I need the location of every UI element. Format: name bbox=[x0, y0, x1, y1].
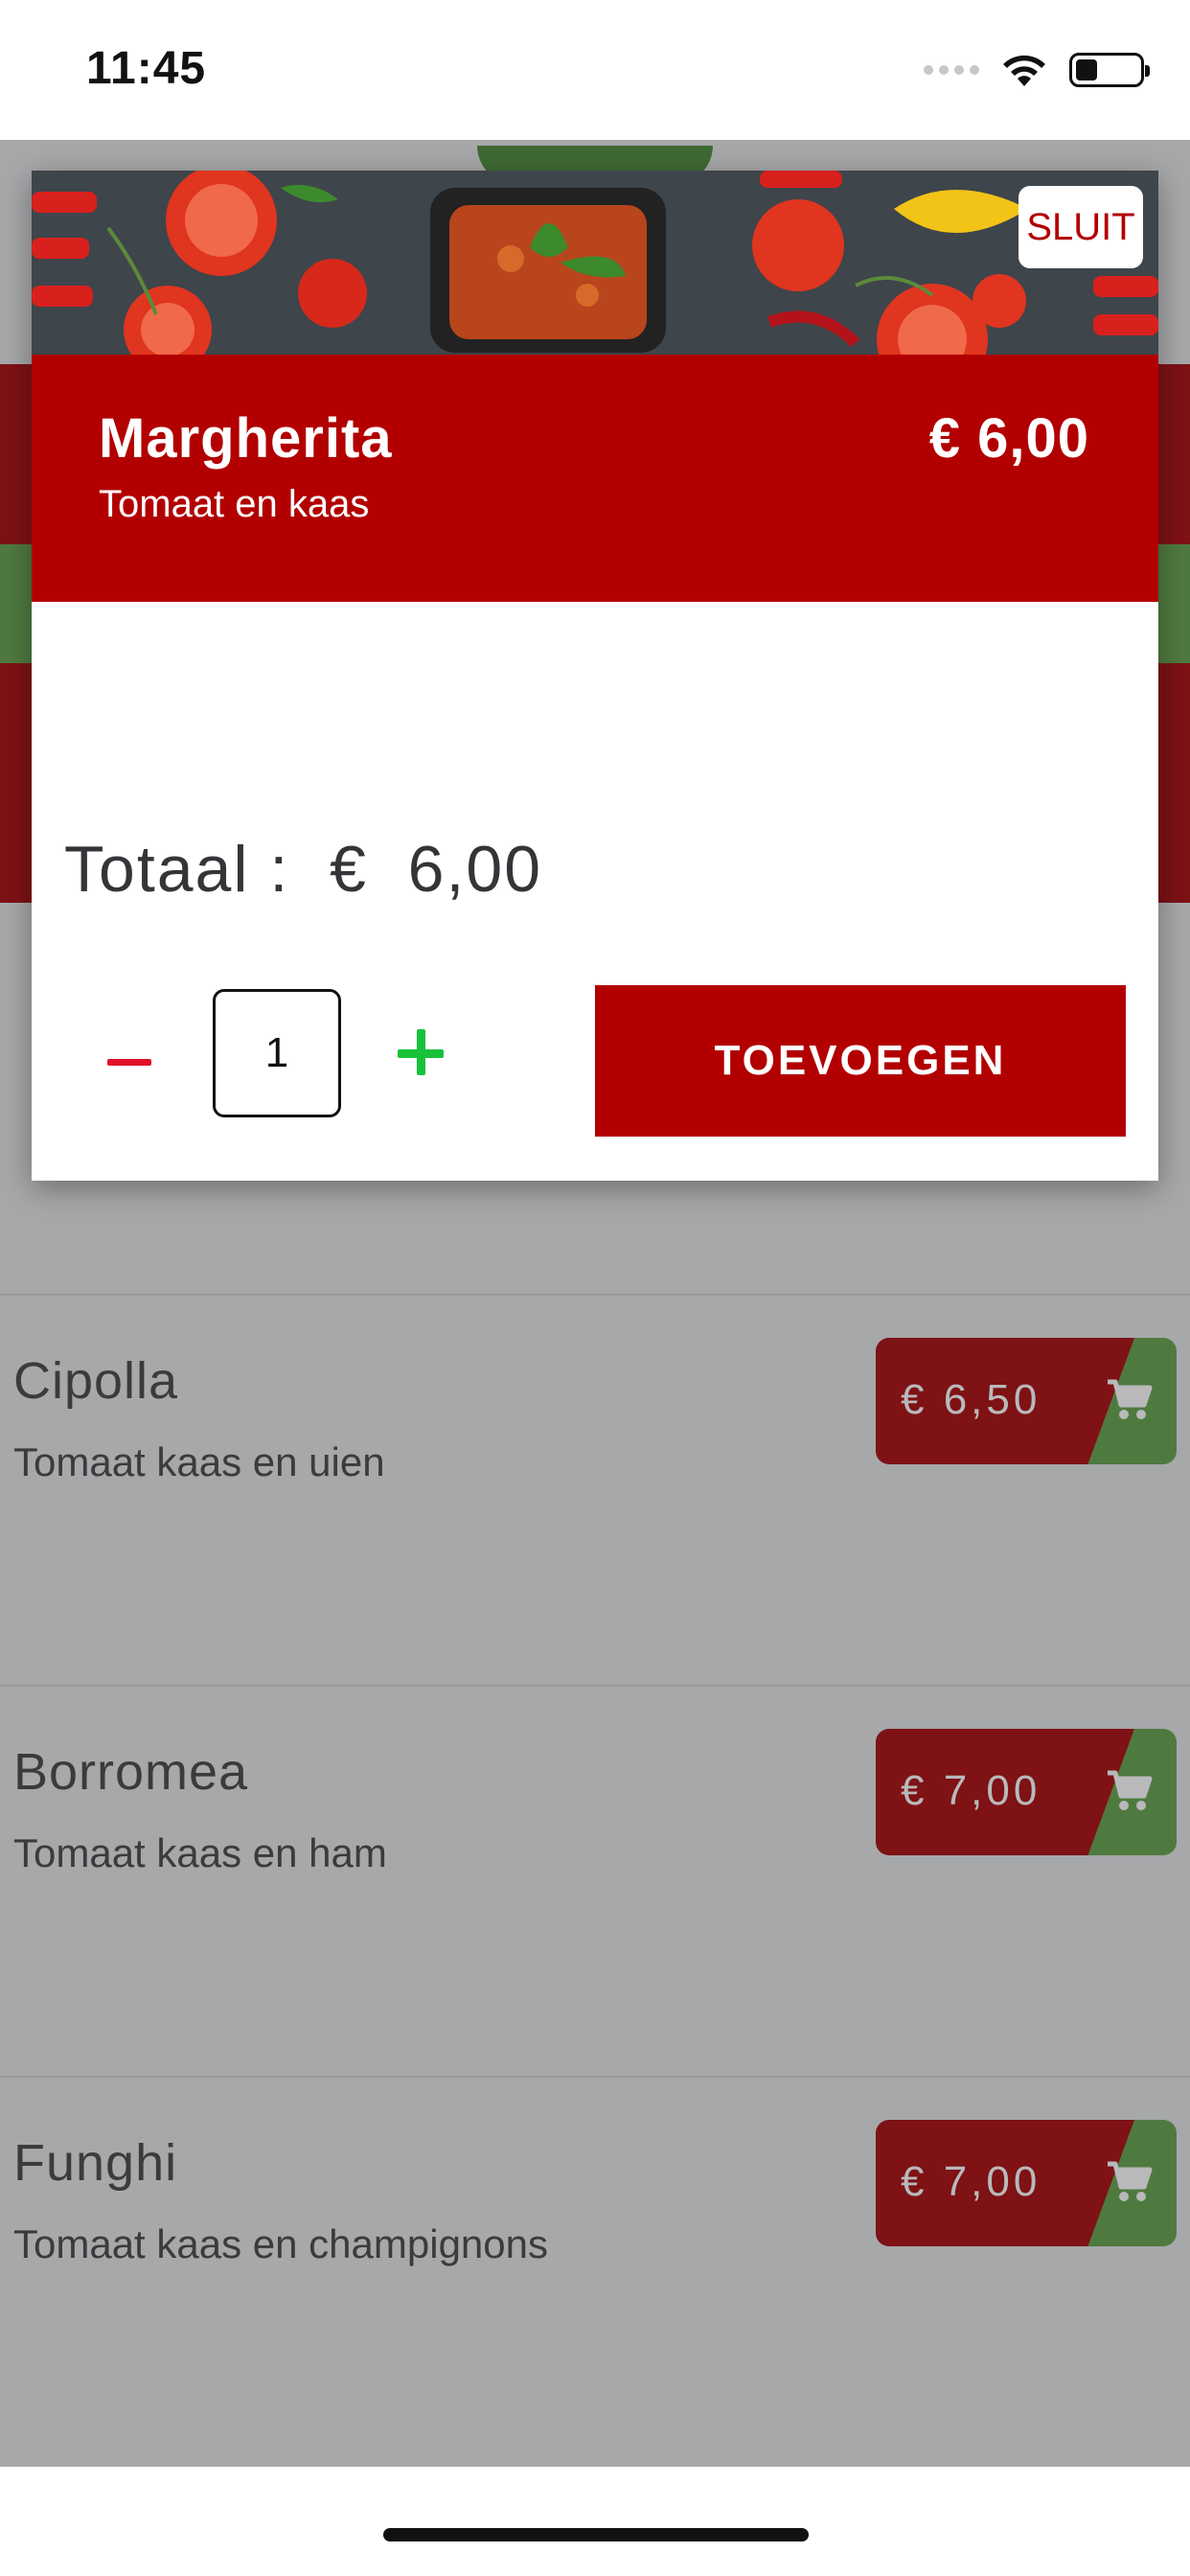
quantity-field[interactable]: 1 bbox=[213, 989, 341, 1117]
total-label: Totaal : bbox=[64, 833, 290, 906]
item-name: Cipolla bbox=[13, 1352, 179, 1410]
product-description: Tomaat en kaas bbox=[99, 483, 370, 525]
menu-item: Funghi Tomaat kaas en champignons € 7,00 bbox=[0, 2076, 1190, 2467]
add-to-cart-button[interactable]: € 7,00 bbox=[876, 1729, 1177, 1855]
product-price: € 6,00 bbox=[928, 407, 1089, 470]
add-to-order-button[interactable]: TOEVOEGEN bbox=[595, 985, 1126, 1137]
item-description: Tomaat kaas en uien bbox=[13, 1439, 385, 1484]
product-title: Margherita bbox=[99, 407, 393, 470]
product-header: Margherita Tomaat en kaas € 6,00 bbox=[32, 355, 1158, 602]
home-indicator[interactable] bbox=[383, 2528, 809, 2542]
menu-item: Borromea Tomaat kaas en ham € 7,00 bbox=[0, 1685, 1190, 2076]
item-description: Tomaat kaas en ham bbox=[13, 1830, 387, 1875]
total-value: 6,00 bbox=[407, 833, 543, 906]
cart-icon bbox=[1108, 1379, 1153, 1419]
decrease-quantity-button[interactable] bbox=[101, 1033, 158, 1091]
menu-item: Cipolla Tomaat kaas en uien € 6,50 bbox=[0, 1294, 1190, 1685]
order-total: Totaal : € 6,00 bbox=[64, 832, 542, 907]
status-icons bbox=[924, 52, 1150, 88]
add-to-cart-button[interactable]: € 7,00 bbox=[876, 2120, 1177, 2246]
total-currency: € bbox=[330, 833, 368, 906]
item-price: € 7,00 bbox=[901, 2158, 1041, 2205]
status-time: 11:45 bbox=[86, 43, 207, 94]
status-bar: 11:45 bbox=[0, 0, 1190, 140]
item-price: € 6,50 bbox=[901, 1376, 1041, 1423]
product-banner-image: SLUIT bbox=[32, 171, 1158, 355]
bottom-safe-area bbox=[0, 2467, 1190, 2576]
cellular-signal-icon bbox=[924, 65, 979, 75]
item-price: € 7,00 bbox=[901, 1767, 1041, 1814]
wifi-icon bbox=[1003, 55, 1045, 86]
increase-quantity-button[interactable] bbox=[398, 1029, 446, 1077]
product-modal: SLUIT Margherita Tomaat en kaas € 6,00 T… bbox=[32, 171, 1158, 1181]
add-to-cart-button[interactable]: € 6,50 bbox=[876, 1338, 1177, 1464]
item-description: Tomaat kaas en champignons bbox=[13, 2221, 548, 2266]
tomato-food-illustration bbox=[32, 171, 1158, 355]
battery-icon bbox=[1069, 53, 1150, 87]
item-name: Funghi bbox=[13, 2134, 178, 2192]
close-button[interactable]: SLUIT bbox=[1018, 186, 1143, 268]
item-name: Borromea bbox=[13, 1743, 249, 1801]
minus-icon bbox=[107, 1058, 151, 1066]
cart-icon bbox=[1108, 1770, 1153, 1810]
cart-icon bbox=[1108, 2161, 1153, 2201]
